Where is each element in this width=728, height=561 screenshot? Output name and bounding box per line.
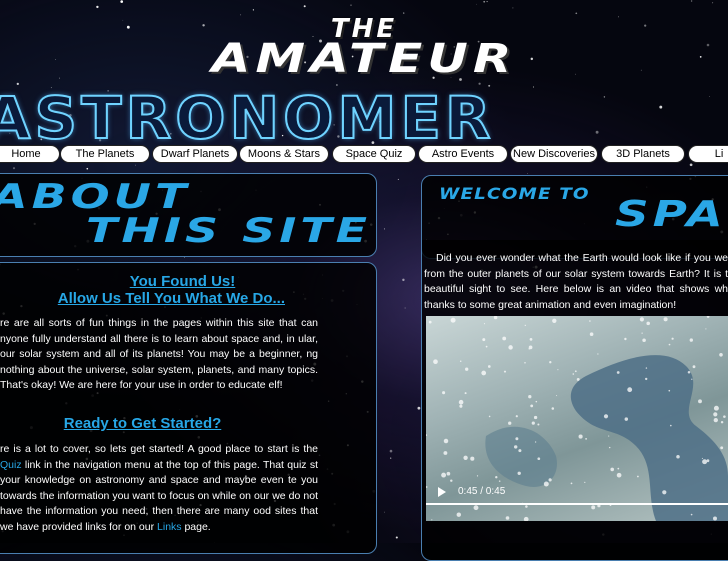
video-time: 0:45 / 0:45 <box>458 486 506 497</box>
nav-new-discoveries[interactable]: New Discoveries <box>510 145 598 163</box>
welcome-paragraph: Did you ever wonder what the Earth would… <box>424 252 728 311</box>
nav-astro-events[interactable]: Astro Events <box>418 145 508 163</box>
logo-astronomer: ASTRONOMER <box>0 83 495 153</box>
about-heading-get-started[interactable]: Ready to Get Started? <box>0 415 285 432</box>
nav-space-quiz[interactable]: Space Quiz <box>332 145 416 163</box>
about-heading-what-we-do[interactable]: Allow Us Tell You What We Do... <box>0 290 285 307</box>
logo-amateur: AMATEUR <box>211 36 517 82</box>
about-start-text-c: page. <box>181 520 211 533</box>
about-start-paragraph: re is a lot to cover, so lets get starte… <box>0 442 318 535</box>
quiz-link[interactable]: Quiz <box>0 459 22 471</box>
about-title: ABOUT THIS SITE <box>0 175 377 255</box>
nav-dwarf-planets[interactable]: Dwarf Planets <box>152 145 238 163</box>
about-intro-paragraph: re are all sorts of fun things in the pa… <box>0 317 318 391</box>
video-progress-bar[interactable] <box>426 503 728 505</box>
nav-the-planets[interactable]: The Planets <box>60 145 150 163</box>
about-title-line2: THIS SITE <box>86 211 372 251</box>
play-icon[interactable] <box>438 487 446 497</box>
links-page-link[interactable]: Links <box>157 521 182 533</box>
about-heading-found-us[interactable]: You Found Us! <box>0 273 365 290</box>
nav-home[interactable]: Home <box>0 145 60 163</box>
nav-links[interactable]: Li <box>688 145 728 163</box>
video-controls: 0:45 / 0:45 <box>426 482 728 505</box>
about-start-text-a: re is a lot to cover, so lets get starte… <box>0 443 318 455</box>
nav-3d-planets[interactable]: 3D Planets <box>601 145 685 163</box>
nav-bar: Home The Planets Dwarf Planets Moons & S… <box>0 145 728 163</box>
welcome-title-line1: WELCOME TO <box>439 184 590 203</box>
welcome-title: WELCOME TO SPA <box>437 178 728 238</box>
welcome-title-line2: SPA <box>615 194 727 235</box>
site-header: THE AMATEUR ASTRONOMER <box>0 0 728 153</box>
nav-moons-stars[interactable]: Moons & Stars <box>239 145 329 163</box>
